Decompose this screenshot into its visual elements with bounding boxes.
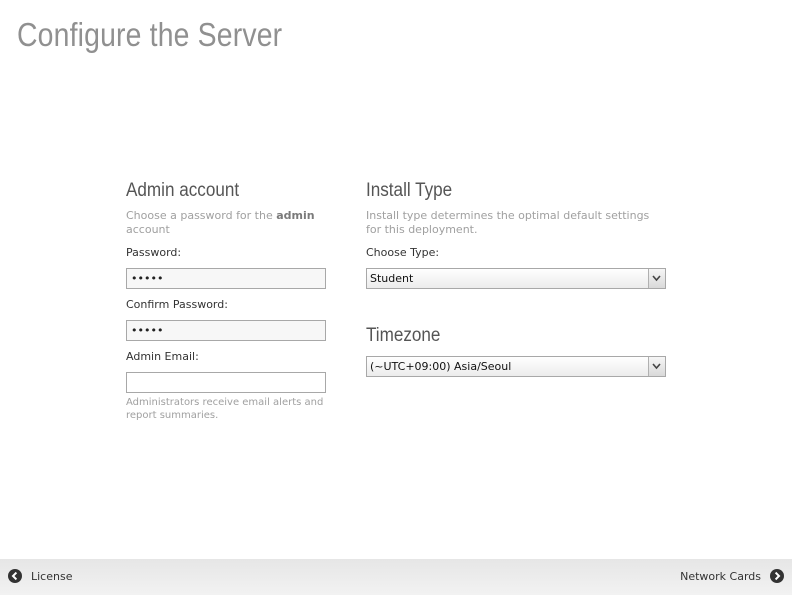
timezone-select[interactable]: (~UTC+09:00) Asia/Seoul (366, 356, 666, 377)
install-type-value: Student (370, 272, 414, 285)
next-network-cards-button[interactable]: Network Cards (680, 569, 784, 583)
previous-license-label: License (31, 569, 73, 583)
chevron-down-icon[interactable] (648, 357, 665, 376)
page-title: Configure the Server (17, 16, 283, 53)
install-type-title: Install Type (366, 180, 453, 201)
timezone-value: (~UTC+09:00) Asia/Seoul (370, 360, 512, 373)
chevron-down-icon[interactable] (648, 269, 665, 288)
admin-account-title: Admin account (126, 180, 240, 201)
admin-email-field[interactable] (126, 372, 326, 393)
admin-desc-suffix: account (126, 223, 170, 236)
choose-type-label: Choose Type: (366, 246, 440, 259)
admin-account-section: Admin account Choose a password for the … (126, 180, 326, 422)
timezone-title: Timezone (366, 325, 441, 346)
password-label: Password: (126, 246, 182, 259)
admin-desc-prefix: Choose a password for the (126, 209, 273, 222)
arrow-left-circle-icon (8, 569, 22, 583)
arrow-right-circle-icon (770, 569, 784, 583)
install-type-description: Install type determines the optimal defa… (366, 209, 650, 236)
admin-account-description: Choose a password for the admin account (126, 209, 326, 237)
confirm-password-label: Confirm Password: (126, 298, 228, 311)
admin-desc-bold: admin (276, 209, 315, 222)
next-network-cards-label: Network Cards (680, 569, 761, 583)
previous-license-button[interactable]: License (8, 569, 72, 583)
admin-email-label: Admin Email: (126, 350, 199, 363)
footer-nav-bar: License Network Cards (0, 559, 792, 595)
configure-server-page: Configure the Server Admin account Choos… (0, 0, 792, 595)
confirm-password-field[interactable]: ••••• (126, 320, 326, 341)
install-type-select[interactable]: Student (366, 268, 666, 289)
password-field[interactable]: ••••• (126, 268, 326, 289)
install-type-section: Install Type Install type determines the… (366, 180, 666, 377)
admin-email-hint: Administrators receive email alerts and … (126, 397, 324, 421)
